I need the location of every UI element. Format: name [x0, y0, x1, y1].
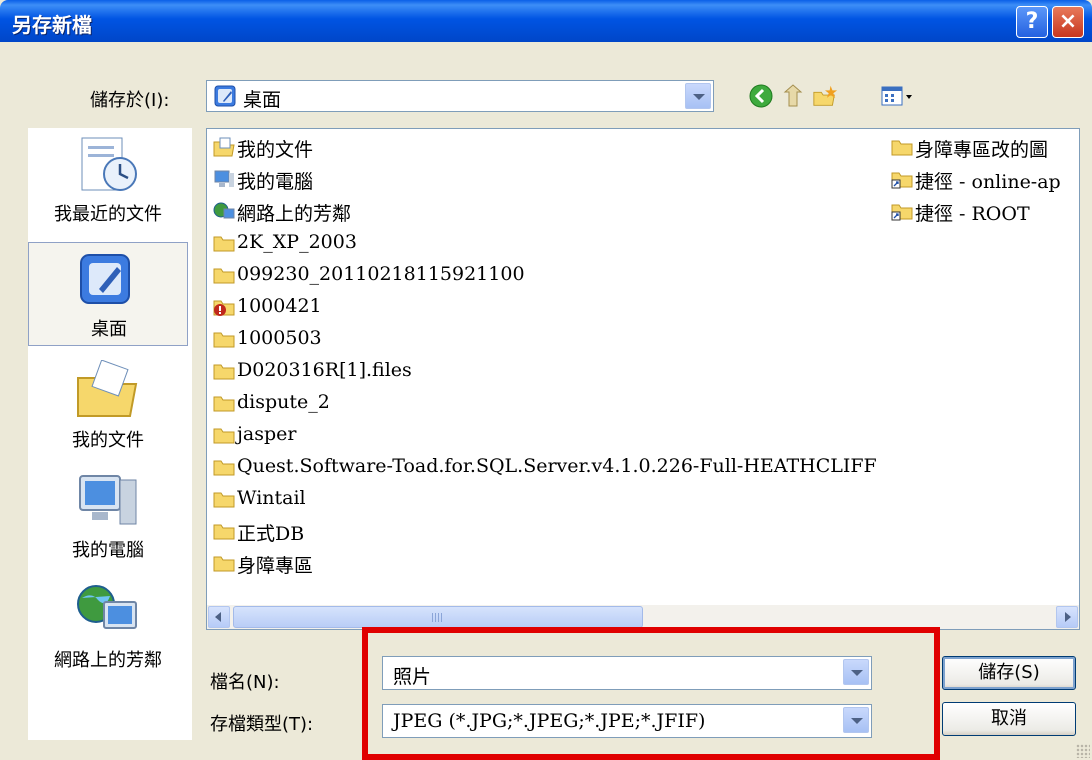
place-label: 我的電腦: [72, 540, 144, 561]
save-in-value: 桌面: [243, 89, 282, 111]
close-button[interactable]: ×: [1052, 6, 1084, 38]
folder-icon: [213, 524, 235, 540]
filename-value: 照片: [393, 666, 432, 688]
folder-icon: [213, 236, 235, 252]
chevron-down-icon[interactable]: [843, 707, 869, 733]
folder-icon: [213, 492, 235, 508]
desktop-icon: [80, 254, 130, 304]
my-documents-icon: [77, 360, 138, 417]
save-in-label: 儲存於(I):: [90, 90, 170, 111]
filename-input[interactable]: 照片: [382, 656, 872, 690]
help-button[interactable]: ?: [1016, 6, 1048, 38]
folder-icon: [213, 556, 235, 572]
scroll-thumb[interactable]: [233, 606, 643, 628]
horizontal-scrollbar[interactable]: [207, 605, 1079, 629]
my-computer-icon: [214, 170, 234, 187]
place-label: 我最近的文件: [54, 204, 162, 225]
network-places-icon: [77, 585, 137, 629]
recent-documents-icon: [81, 137, 137, 191]
chevron-down-icon[interactable]: [843, 659, 869, 685]
file-list[interactable]: 我的文件 我的電腦 網路上的芳鄰 2K_XP_2003 099230_20110…: [206, 128, 1080, 630]
filetype-value: JPEG (*.JPG;*.JPEG;*.JPE;*.JFIF): [393, 710, 706, 732]
folder-icon: [891, 140, 913, 156]
save-button[interactable]: 儲存(S): [942, 656, 1076, 690]
network-places-icon: [213, 202, 235, 219]
up-folder-icon[interactable]: [780, 82, 806, 110]
window-title: 另存新檔: [12, 13, 92, 37]
place-network-places[interactable]: 網路上的芳鄰: [28, 574, 188, 678]
my-computer-icon: [79, 475, 137, 525]
my-documents-icon: [213, 137, 235, 157]
place-recent-documents[interactable]: 我最近的文件: [28, 128, 188, 232]
folder-icon: [213, 396, 235, 412]
red-highlight-box: [362, 627, 940, 760]
resize-grip[interactable]: [1076, 744, 1090, 758]
folder-icon: [213, 332, 235, 348]
scroll-left-icon[interactable]: [208, 606, 230, 628]
filetype-dropdown[interactable]: JPEG (*.JPG;*.JPEG;*.JPE;*.JFIF): [382, 704, 872, 738]
new-folder-icon[interactable]: [812, 82, 838, 110]
folder-icon: [213, 268, 235, 284]
place-label: 我的文件: [72, 430, 144, 451]
place-label: 桌面: [91, 319, 127, 340]
folder-icon: [213, 460, 235, 476]
save-in-dropdown[interactable]: 桌面: [206, 80, 714, 112]
folder-shortcut-icon: [891, 172, 913, 189]
chevron-down-icon[interactable]: [685, 83, 711, 109]
place-my-computer[interactable]: 我的電腦: [28, 464, 188, 568]
cancel-button[interactable]: 取消: [942, 702, 1076, 736]
folder-warning-icon: [213, 300, 235, 316]
places-bar: 我最近的文件 桌面 我的文件 我的電腦 網路上的芳鄰: [28, 128, 192, 740]
view-menu-icon[interactable]: [880, 82, 920, 110]
folder-shortcut-icon: [891, 204, 913, 221]
place-label: 網路上的芳鄰: [54, 650, 162, 671]
filename-label: 檔名(N):: [210, 672, 280, 693]
filetype-label: 存檔類型(T):: [210, 714, 314, 735]
place-desktop[interactable]: 桌面: [28, 242, 188, 346]
scroll-right-icon[interactable]: [1056, 606, 1078, 628]
folder-icon: [213, 428, 235, 444]
back-icon[interactable]: [748, 82, 774, 110]
place-my-documents[interactable]: 我的文件: [28, 354, 188, 458]
title-bar[interactable]: 另存新檔 ? ×: [0, 0, 1092, 42]
folder-icon: [213, 364, 235, 380]
desktop-icon: [214, 85, 236, 107]
